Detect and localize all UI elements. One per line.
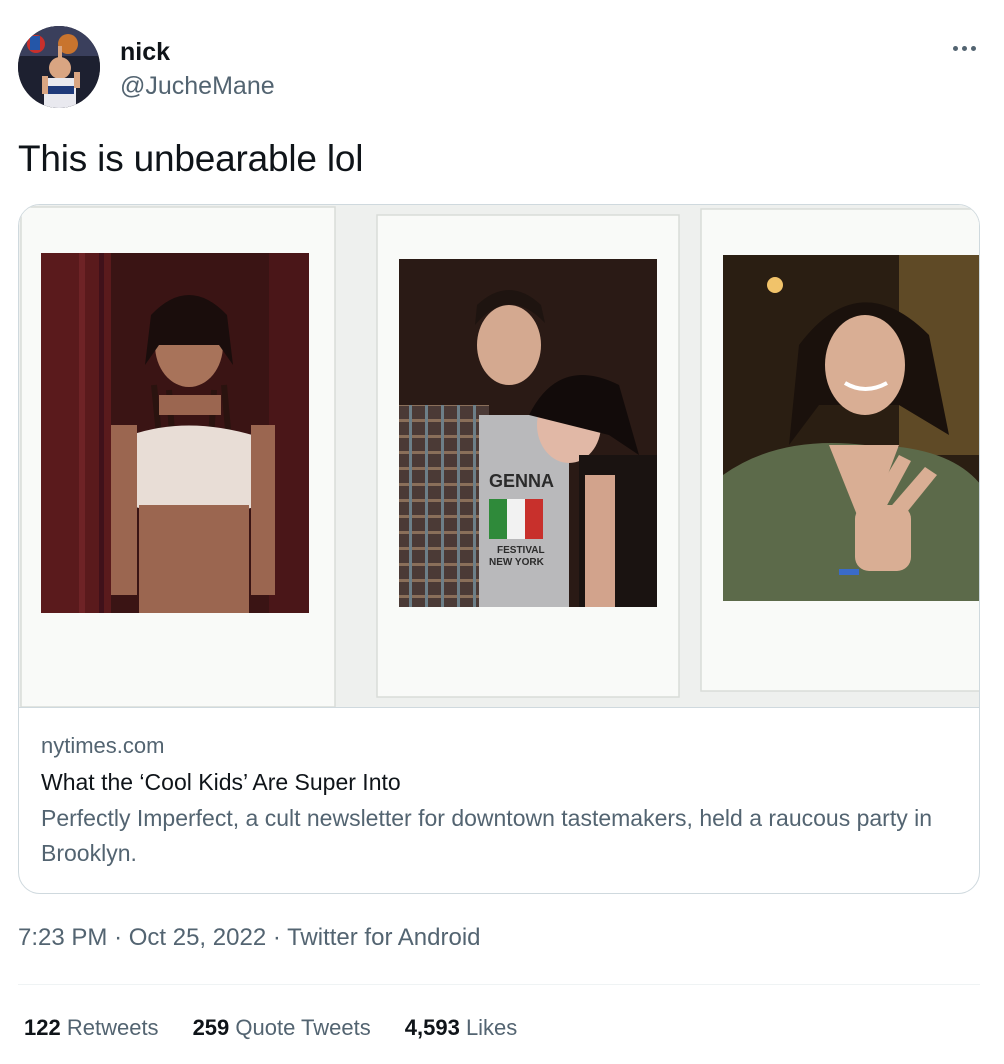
polaroid-2: GENNA FESTIVAL NEW YORK	[376, 214, 680, 698]
polaroid-photos-icon: GENNA FESTIVAL NEW YORK	[19, 205, 979, 707]
card-domain: nytimes.com	[41, 733, 165, 758]
link-preview-card[interactable]: GENNA FESTIVAL NEW YORK nytimes.com What…	[18, 204, 980, 894]
avatar[interactable]	[18, 26, 100, 108]
separator: ·	[114, 924, 123, 951]
user-handle[interactable]: @JucheMane	[120, 72, 275, 101]
likes-stat[interactable]: 4,593 Likes	[405, 1015, 518, 1041]
polaroid-1	[20, 206, 336, 707]
tweet-header: nick @JucheMane	[18, 26, 986, 112]
avatar-photo-icon	[18, 26, 100, 108]
card-text: nytimes.com What the ‘Cool Kids’ Are Sup…	[41, 731, 961, 871]
display-name[interactable]: nick	[120, 38, 170, 67]
shirt-text-2: FESTIVAL	[497, 545, 545, 556]
dot	[961, 45, 967, 51]
tweet-source[interactable]: Twitter for Android	[287, 924, 480, 951]
tweet-text: This is unbearable lol	[18, 138, 364, 179]
tweet-time[interactable]: 7:23 PM	[18, 924, 107, 951]
dot	[970, 45, 976, 51]
dot	[952, 45, 958, 51]
card-title: What the ‘Cool Kids’ Are Super Into	[41, 769, 401, 795]
quotes-label: Quote Tweets	[235, 1015, 371, 1040]
retweets-count: 122	[24, 1015, 61, 1040]
engagement-stats: 122 Retweets 259 Quote Tweets 4,593 Like…	[24, 1015, 517, 1041]
shirt-text-1: GENNA	[489, 471, 554, 491]
retweets-label: Retweets	[66, 1015, 159, 1040]
shirt-text-3: NEW YORK	[489, 557, 545, 568]
quote-tweets-stat[interactable]: 259 Quote Tweets	[193, 1015, 371, 1041]
card-description: Perfectly Imperfect, a cult newsletter f…	[41, 805, 933, 866]
card-image[interactable]: GENNA FESTIVAL NEW YORK	[19, 205, 979, 708]
tweet-metadata: 7:23 PM · Oct 25, 2022 · Twitter for And…	[18, 924, 481, 952]
more-horizontal-icon[interactable]	[946, 34, 982, 62]
likes-count: 4,593	[404, 1015, 460, 1040]
separator: ·	[272, 924, 281, 951]
quotes-count: 259	[192, 1015, 230, 1040]
polaroid-3	[700, 208, 979, 692]
divider	[18, 984, 980, 985]
likes-label: Likes	[465, 1015, 518, 1040]
retweets-stat[interactable]: 122 Retweets	[24, 1015, 159, 1041]
tweet-date[interactable]: Oct 25, 2022	[129, 924, 266, 951]
